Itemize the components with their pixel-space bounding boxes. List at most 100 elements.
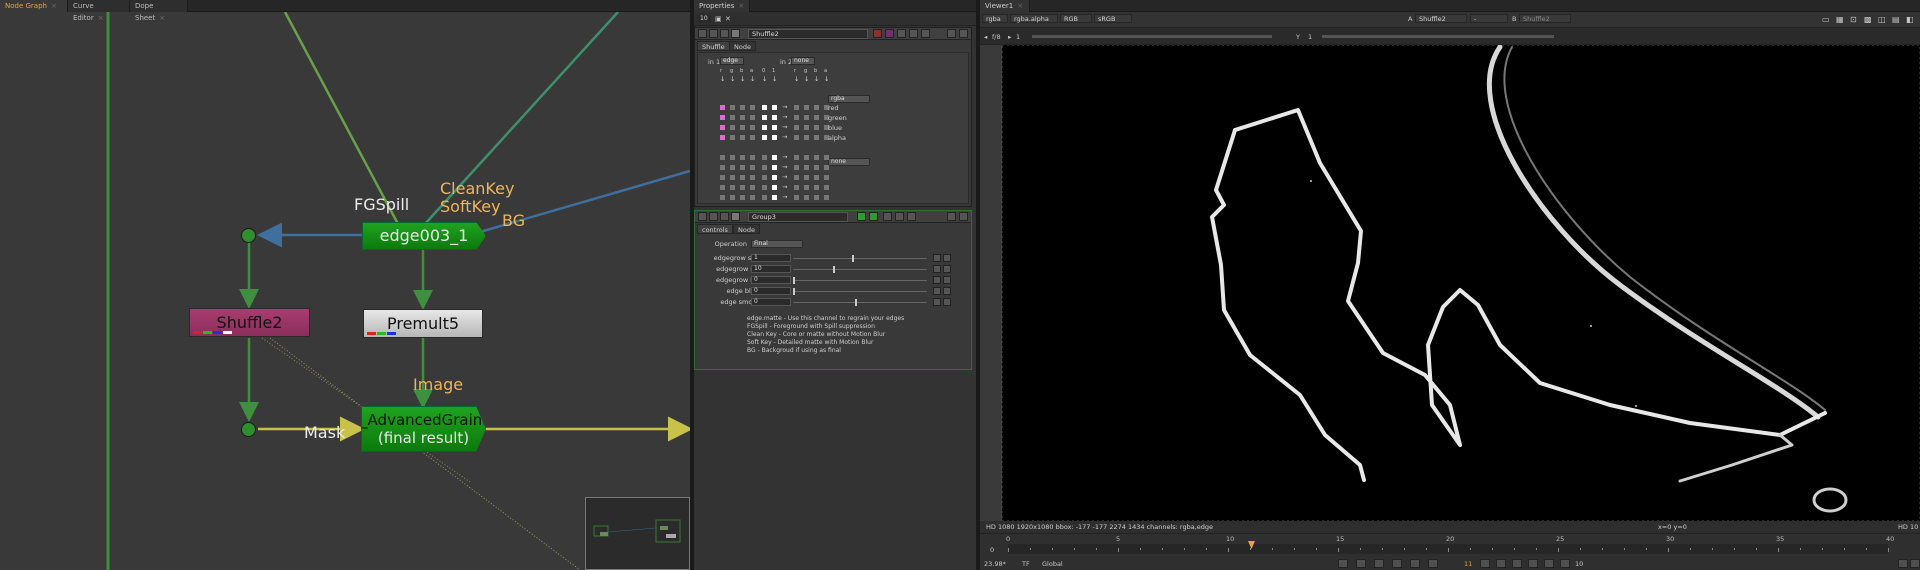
- tab-shuffle[interactable]: Shuffle: [697, 41, 730, 51]
- first-frame-icon[interactable]: [1338, 559, 1348, 568]
- channel-toggle[interactable]: [762, 195, 767, 200]
- animation-icon[interactable]: [933, 287, 941, 295]
- operation-dropdown[interactable]: Final: [751, 240, 803, 248]
- gain-icon[interactable]: ◂: [984, 33, 987, 41]
- channel-toggle[interactable]: [730, 195, 735, 200]
- play-backward-icon[interactable]: [1410, 559, 1420, 568]
- channel-toggle[interactable]: [762, 125, 767, 130]
- channel-toggle[interactable]: [824, 175, 829, 180]
- channel-toggle[interactable]: [720, 175, 725, 180]
- tab-curve-editor[interactable]: Curve Editor ×: [68, 0, 130, 22]
- curve-icon[interactable]: [943, 276, 951, 284]
- channel-toggle[interactable]: [814, 185, 819, 190]
- rgb-icon[interactable]: ▩: [1864, 15, 1872, 24]
- channel-toggle[interactable]: [730, 175, 735, 180]
- increment-field[interactable]: 10: [1575, 560, 1583, 568]
- param-value-field[interactable]: 0: [751, 298, 791, 306]
- tab-controls[interactable]: controls: [697, 224, 733, 234]
- last-frame-icon[interactable]: [1544, 559, 1554, 568]
- channel-toggle[interactable]: [740, 135, 745, 140]
- prev-frame-icon[interactable]: [1392, 559, 1402, 568]
- dot-node[interactable]: [241, 228, 256, 243]
- param-slider[interactable]: [793, 277, 927, 284]
- roi-icon[interactable]: ▭: [1822, 15, 1830, 24]
- curve-icon[interactable]: [943, 287, 951, 295]
- tab-node[interactable]: Node: [733, 224, 760, 234]
- playback-mode-icon[interactable]: [1898, 559, 1908, 568]
- channel-toggle[interactable]: [740, 125, 745, 130]
- tab-node-graph[interactable]: Node Graph ×: [0, 0, 68, 12]
- out1-dropdown[interactable]: rgba: [828, 95, 870, 103]
- channel-toggle[interactable]: [762, 115, 767, 120]
- channel-toggle[interactable]: [762, 175, 767, 180]
- fps-dropdown[interactable]: 23.98*: [984, 560, 1006, 568]
- slider-knob[interactable]: [855, 299, 858, 306]
- slider-knob[interactable]: [852, 255, 855, 262]
- next-keyframe-icon[interactable]: [1528, 559, 1538, 568]
- mask-icon[interactable]: ◫: [1878, 15, 1886, 24]
- channel-toggle[interactable]: [804, 125, 809, 130]
- camera-icon[interactable]: ◧: [1906, 15, 1914, 24]
- node-graph-minimap[interactable]: [585, 497, 690, 570]
- zoom-icon[interactable]: [731, 29, 740, 38]
- node-edge003-1[interactable]: edge003_1: [362, 222, 486, 250]
- channel-toggle[interactable]: [720, 165, 725, 170]
- channel-toggle[interactable]: [794, 115, 799, 120]
- lock-icon[interactable]: ▣: [715, 15, 722, 23]
- channel-toggle[interactable]: [804, 115, 809, 120]
- channel-toggle[interactable]: [762, 135, 767, 140]
- play-forward-icon[interactable]: [1480, 559, 1490, 568]
- channel-toggle[interactable]: [794, 165, 799, 170]
- channel-toggle[interactable]: [772, 165, 777, 170]
- channel-toggle[interactable]: [814, 195, 819, 200]
- channel-toggle[interactable]: [814, 115, 819, 120]
- channel-toggle[interactable]: [730, 115, 735, 120]
- channel-toggle[interactable]: [794, 195, 799, 200]
- tab-viewer1[interactable]: Viewer1 ×: [980, 0, 1030, 12]
- param-slider[interactable]: [793, 288, 927, 295]
- channel-toggle[interactable]: [720, 125, 725, 130]
- channel-toggle[interactable]: [740, 175, 745, 180]
- channel-toggle[interactable]: [762, 165, 767, 170]
- channel-toggle[interactable]: [814, 125, 819, 130]
- prev-keyframe-icon[interactable]: [1356, 559, 1366, 568]
- display-channel-dropdown[interactable]: rgba.alpha: [1010, 14, 1058, 23]
- channel-toggle[interactable]: [814, 135, 819, 140]
- node-premult5[interactable]: Premult5: [363, 309, 483, 338]
- collapse-icon[interactable]: [698, 29, 707, 38]
- animation-icon[interactable]: [933, 276, 941, 284]
- current-frame-field[interactable]: 11: [1464, 560, 1472, 568]
- max-panels-field[interactable]: 10: [697, 15, 711, 23]
- channel-toggle[interactable]: [772, 125, 777, 130]
- channel-toggle[interactable]: [720, 105, 725, 110]
- channel-toggle[interactable]: [740, 165, 745, 170]
- help-icon[interactable]: [947, 29, 956, 38]
- node-color-icon[interactable]: [720, 212, 729, 221]
- undo-icon[interactable]: [883, 212, 892, 221]
- channel-toggle[interactable]: [794, 175, 799, 180]
- param-slider[interactable]: [793, 255, 927, 262]
- node-advanced-grain3[interactable]: lx_AdvancedGrain3 (final result): [361, 406, 486, 452]
- channel-toggle[interactable]: [750, 105, 755, 110]
- channel-toggle[interactable]: [750, 185, 755, 190]
- close-icon[interactable]: ×: [51, 2, 57, 10]
- clear-icon[interactable]: ✕: [725, 15, 731, 23]
- tab-dope-sheet[interactable]: Dope Sheet ×: [130, 0, 188, 22]
- in-frame-field[interactable]: 0: [990, 546, 994, 554]
- next-increment-icon[interactable]: [1512, 559, 1522, 568]
- channel-toggle[interactable]: [750, 175, 755, 180]
- in2-dropdown[interactable]: none: [791, 57, 815, 65]
- channel-toggle[interactable]: [794, 125, 799, 130]
- channel-toggle[interactable]: [814, 175, 819, 180]
- tab-properties[interactable]: Properties ×: [694, 0, 750, 12]
- output-colorspace-dropdown[interactable]: sRGB: [1094, 14, 1132, 23]
- color-swatch[interactable]: [873, 29, 882, 38]
- gain-slider[interactable]: [1032, 35, 1272, 38]
- zoom-icon[interactable]: [731, 212, 740, 221]
- channel-toggle[interactable]: [720, 185, 725, 190]
- dot-node[interactable]: [241, 422, 256, 437]
- close-icon[interactable]: [959, 29, 968, 38]
- channel-toggle[interactable]: [794, 135, 799, 140]
- stop-icon[interactable]: [1428, 559, 1438, 568]
- channel-toggle[interactable]: [804, 165, 809, 170]
